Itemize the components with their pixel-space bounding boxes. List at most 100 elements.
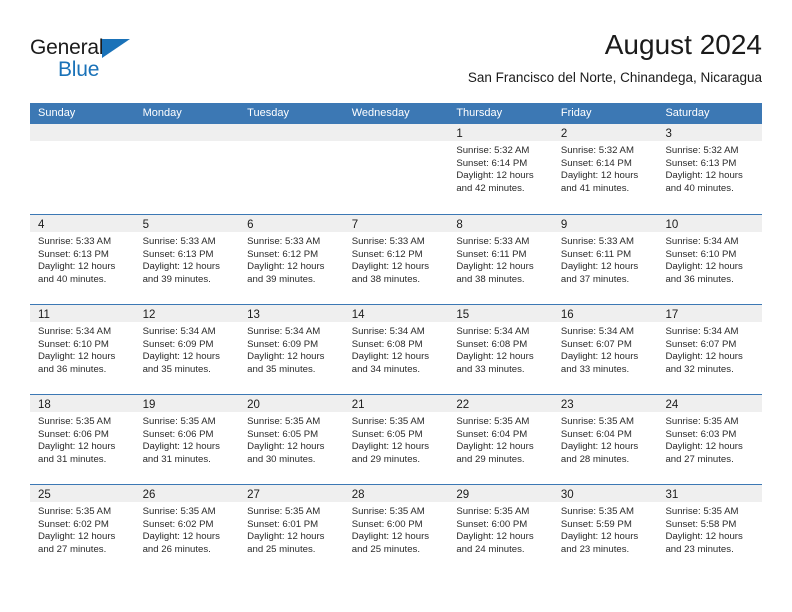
- daylight-text-line2: and 39 minutes.: [142, 273, 211, 285]
- sunset-text: Sunset: 6:00 PM: [351, 518, 423, 530]
- calendar-day-cell[interactable]: 3 Sunrise: 5:32 AM Sunset: 6:13 PM Daylight…: [657, 124, 763, 214]
- sunrise-text: Sunrise: 5:34 AM: [560, 326, 634, 337]
- daylight-text-line1: Daylight: 12 hours: [560, 170, 639, 182]
- sunrise-text: Sunrise: 5:33 AM: [351, 236, 425, 247]
- calendar-day-cell[interactable]: 21 Sunrise: 5:35 AM Sunset: 6:05 PM Dayligh…: [343, 395, 449, 484]
- day-number-band: [30, 124, 135, 141]
- calendar-week-row: 25 Sunrise: 5:35 AM Sunset: 6:02 PM Dayligh…: [30, 484, 763, 574]
- day-details: Sunrise: 5:35 AM Sunset: 6:03 PM Daylight:…: [657, 412, 762, 466]
- calendar-day-cell[interactable]: 8 Sunrise: 5:33 AM Sunset: 6:11 PM Daylight…: [448, 215, 553, 304]
- day-details: Sunrise: 5:32 AM Sunset: 6:13 PM Daylight:…: [657, 141, 762, 195]
- sunset-text: Sunset: 6:10 PM: [38, 338, 109, 350]
- day-number-band: 30: [552, 485, 658, 502]
- day-details: Sunrise: 5:34 AM Sunset: 6:09 PM Daylight:…: [135, 322, 240, 376]
- daylight-text-line2: and 26 minutes.: [142, 543, 211, 555]
- calendar-day-cell[interactable]: 7 Sunrise: 5:33 AM Sunset: 6:12 PM Daylight…: [343, 215, 449, 304]
- sunset-text: Sunset: 6:10 PM: [665, 248, 737, 260]
- day-number-band: 8: [448, 215, 553, 232]
- sunrise-text: Sunrise: 5:35 AM: [38, 416, 112, 427]
- calendar-day-cell[interactable]: 11 Sunrise: 5:34 AM Sunset: 6:10 PM Dayligh…: [30, 305, 135, 394]
- day-number: 2: [560, 128, 568, 140]
- calendar-day-cell[interactable]: 28 Sunrise: 5:35 AM Sunset: 6:00 PM Dayligh…: [343, 485, 449, 574]
- daylight-text-line2: and 37 minutes.: [560, 273, 630, 285]
- sunrise-text: Sunrise: 5:33 AM: [456, 236, 530, 247]
- day-number-band: 1: [448, 124, 553, 141]
- calendar-week-row: 18 Sunrise: 5:35 AM Sunset: 6:06 PM Dayligh…: [30, 394, 763, 484]
- day-number: 8: [456, 219, 463, 231]
- calendar-day-cell[interactable]: 26 Sunrise: 5:35 AM Sunset: 6:02 PM Dayligh…: [134, 485, 240, 574]
- calendar-day-cell[interactable]: 9 Sunrise: 5:33 AM Sunset: 6:11 PM Daylight…: [552, 215, 658, 304]
- daylight-text-line2: and 39 minutes.: [247, 273, 316, 285]
- sunset-text: Sunset: 6:11 PM: [456, 248, 527, 260]
- sunrise-text: Sunrise: 5:34 AM: [351, 326, 425, 337]
- day-details: Sunrise: 5:35 AM Sunset: 5:58 PM Daylight:…: [657, 502, 762, 556]
- sunrise-text: Sunrise: 5:33 AM: [560, 236, 634, 247]
- calendar-day-cell[interactable]: 24 Sunrise: 5:35 AM Sunset: 6:03 PM Dayligh…: [657, 395, 763, 484]
- daylight-text-line1: Daylight: 12 hours: [665, 351, 743, 363]
- sunrise-text: Sunrise: 5:34 AM: [142, 326, 216, 337]
- calendar-day-cell[interactable]: 4 Sunrise: 5:33 AM Sunset: 6:13 PM Daylight…: [30, 215, 135, 304]
- day-number: 24: [665, 399, 679, 411]
- sunset-text: Sunset: 6:08 PM: [351, 338, 423, 350]
- sunset-text: Sunset: 6:11 PM: [560, 248, 632, 260]
- sunset-text: Sunset: 6:07 PM: [665, 338, 737, 350]
- calendar-day-cell[interactable]: 14 Sunrise: 5:34 AM Sunset: 6:08 PM Dayligh…: [343, 305, 449, 394]
- calendar-day-cell[interactable]: 15 Sunrise: 5:34 AM Sunset: 6:08 PM Dayligh…: [448, 305, 553, 394]
- daylight-text-line1: Daylight: 12 hours: [142, 261, 220, 273]
- daylight-text-line1: Daylight: 12 hours: [351, 531, 430, 543]
- calendar-day-cell[interactable]: 23 Sunrise: 5:35 AM Sunset: 6:04 PM Dayligh…: [552, 395, 658, 484]
- sunset-text: Sunset: 6:05 PM: [247, 428, 319, 440]
- sunset-text: Sunset: 6:04 PM: [456, 428, 528, 440]
- calendar-day-cell[interactable]: 19 Sunrise: 5:35 AM Sunset: 6:06 PM Dayligh…: [134, 395, 240, 484]
- daylight-text-line1: Daylight: 12 hours: [142, 351, 220, 363]
- daylight-text-line1: Daylight: 12 hours: [665, 531, 743, 543]
- sunrise-text: Sunrise: 5:34 AM: [247, 326, 321, 337]
- day-number: 21: [351, 399, 365, 411]
- sunset-text: Sunset: 6:13 PM: [38, 248, 109, 260]
- calendar-day-cell[interactable]: 1 Sunrise: 5:32 AM Sunset: 6:14 PM Daylight…: [448, 124, 553, 214]
- calendar-day-cell[interactable]: 6 Sunrise: 5:33 AM Sunset: 6:12 PM Daylight…: [239, 215, 344, 304]
- calendar-day-cell[interactable]: 10 Sunrise: 5:34 AM Sunset: 6:10 PM Dayligh…: [657, 215, 763, 304]
- day-number-band: 25: [30, 485, 135, 502]
- daylight-text-line2: and 32 minutes.: [665, 363, 734, 375]
- day-details: Sunrise: 5:34 AM Sunset: 6:07 PM Daylight:…: [657, 322, 762, 376]
- day-number: 18: [38, 399, 51, 411]
- daylight-text-line2: and 31 minutes.: [142, 453, 211, 465]
- day-details: Sunrise: 5:34 AM Sunset: 6:08 PM Daylight:…: [448, 322, 553, 376]
- calendar-day-cell[interactable]: 29 Sunrise: 5:35 AM Sunset: 6:00 PM Dayligh…: [448, 485, 553, 574]
- calendar-day-cell[interactable]: 2 Sunrise: 5:32 AM Sunset: 6:14 PM Daylight…: [552, 124, 658, 214]
- sunrise-text: Sunrise: 5:34 AM: [665, 326, 739, 337]
- sunset-text: Sunset: 6:12 PM: [247, 248, 319, 260]
- calendar-day-cell[interactable]: 25 Sunrise: 5:35 AM Sunset: 6:02 PM Dayligh…: [30, 485, 135, 574]
- day-number: 19: [142, 399, 156, 411]
- daylight-text-line1: Daylight: 12 hours: [456, 441, 534, 453]
- calendar-day-cell[interactable]: 16 Sunrise: 5:34 AM Sunset: 6:07 PM Dayligh…: [552, 305, 658, 394]
- calendar-day-cell[interactable]: 20 Sunrise: 5:35 AM Sunset: 6:05 PM Dayligh…: [239, 395, 344, 484]
- calendar-day-cell[interactable]: 5 Sunrise: 5:33 AM Sunset: 6:13 PM Daylight…: [134, 215, 240, 304]
- day-number: 22: [456, 399, 470, 411]
- daylight-text-line1: Daylight: 12 hours: [665, 261, 743, 273]
- day-number-band: 14: [343, 305, 449, 322]
- logo-text-blue: Blue: [58, 58, 100, 81]
- calendar-day-cell[interactable]: 30 Sunrise: 5:35 AM Sunset: 5:59 PM Dayligh…: [552, 485, 658, 574]
- day-number: 12: [142, 309, 156, 321]
- calendar-day-cell[interactable]: 12 Sunrise: 5:34 AM Sunset: 6:09 PM Dayligh…: [134, 305, 240, 394]
- calendar-day-cell[interactable]: 18 Sunrise: 5:35 AM Sunset: 6:06 PM Dayligh…: [30, 395, 135, 484]
- daylight-text-line2: and 27 minutes.: [38, 543, 107, 555]
- calendar-day-cell[interactable]: 27 Sunrise: 5:35 AM Sunset: 6:01 PM Dayligh…: [239, 485, 344, 574]
- daylight-text-line1: Daylight: 12 hours: [560, 531, 639, 543]
- daylight-text-line2: and 31 minutes.: [38, 453, 107, 465]
- calendar-day-cell[interactable]: 13 Sunrise: 5:34 AM Sunset: 6:09 PM Dayligh…: [239, 305, 344, 394]
- daylight-text-line1: Daylight: 12 hours: [38, 261, 116, 273]
- calendar-day-cell[interactable]: 31 Sunrise: 5:35 AM Sunset: 5:58 PM Dayligh…: [657, 485, 763, 574]
- sunrise-text: Sunrise: 5:35 AM: [38, 506, 112, 517]
- day-number: 28: [351, 489, 365, 501]
- sunrise-text: Sunrise: 5:35 AM: [560, 416, 634, 427]
- weekday-header-saturday: Saturday: [665, 107, 710, 119]
- daylight-text-line2: and 40 minutes.: [665, 182, 734, 194]
- calendar-day-cell[interactable]: 17 Sunrise: 5:34 AM Sunset: 6:07 PM Dayligh…: [657, 305, 763, 394]
- page-subtitle-location: San Francisco del Norte, Chinandega, Nic…: [467, 70, 762, 85]
- calendar-day-cell[interactable]: 22 Sunrise: 5:35 AM Sunset: 6:04 PM Dayligh…: [448, 395, 553, 484]
- general-blue-logo[interactable]: General Blue: [30, 36, 150, 82]
- sunrise-text: Sunrise: 5:34 AM: [665, 236, 739, 247]
